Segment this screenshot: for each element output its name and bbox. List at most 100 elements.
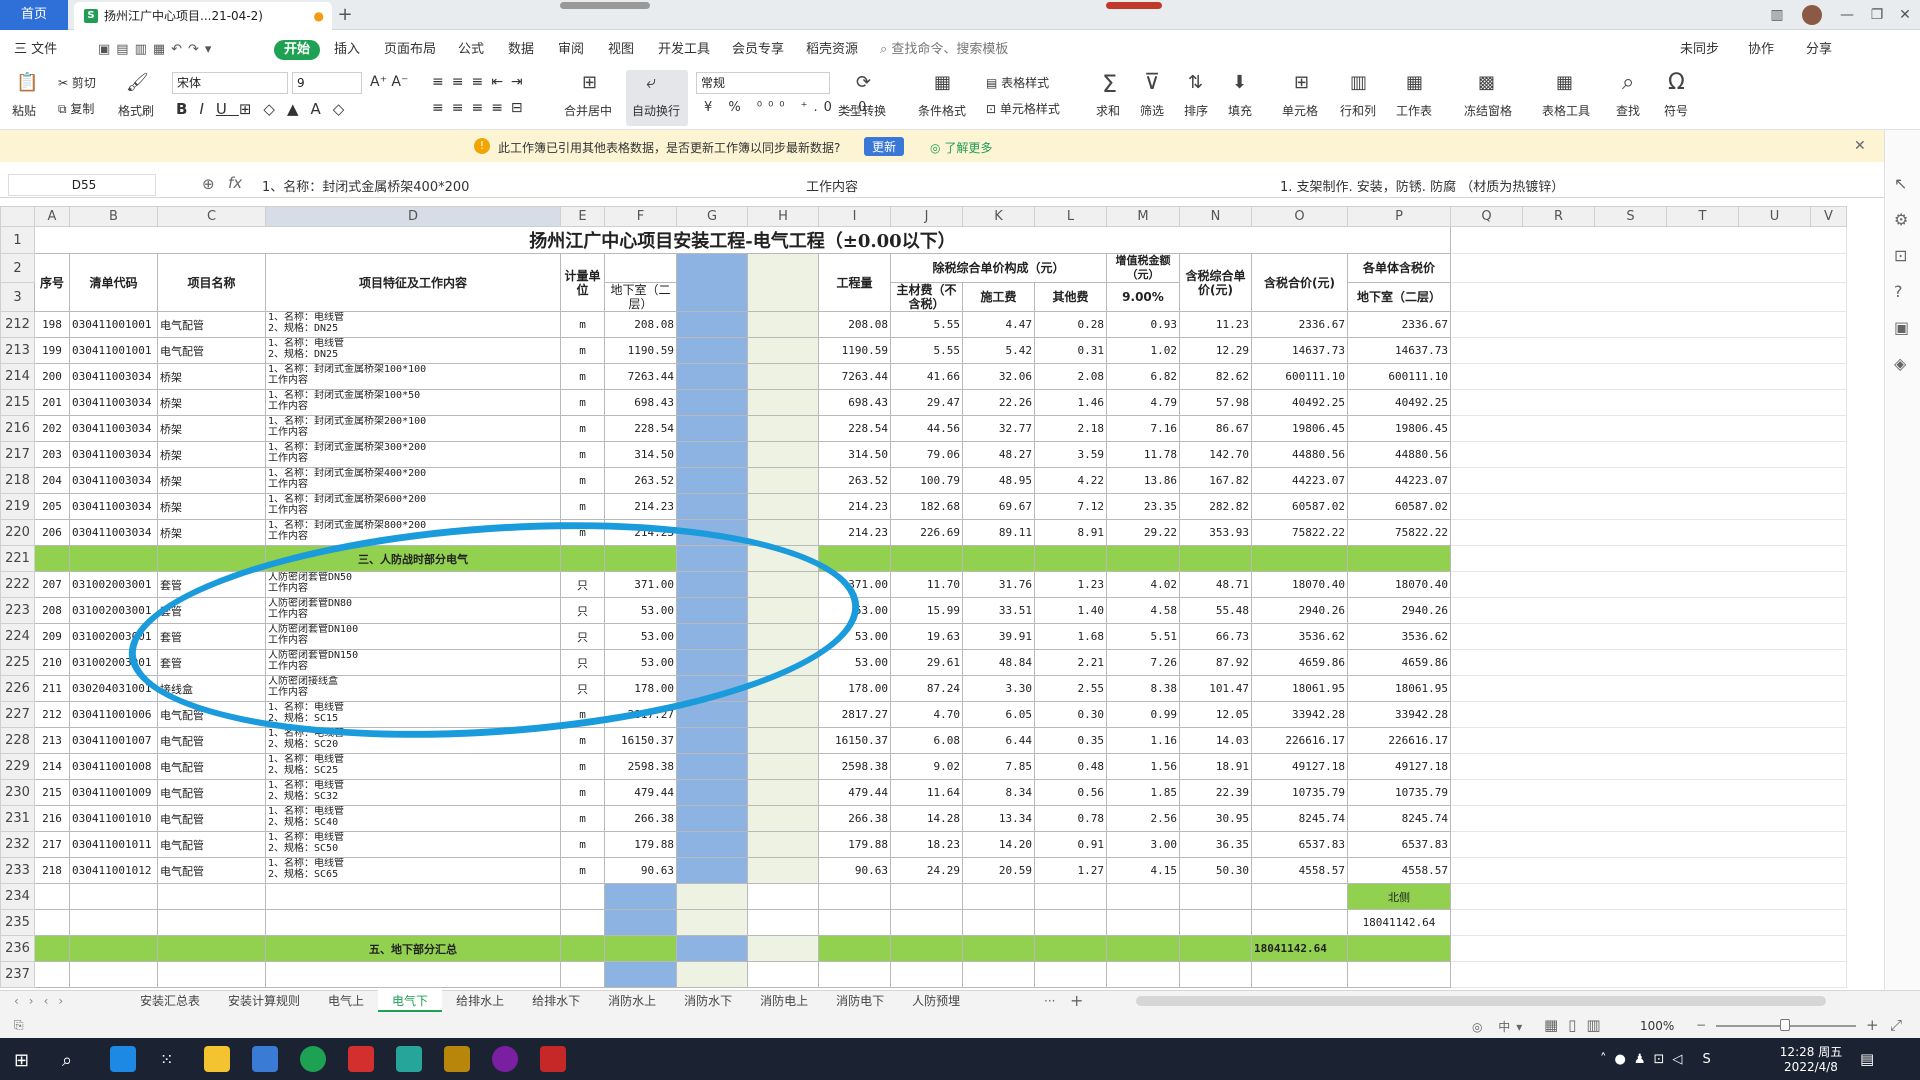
cell-unit[interactable]: m bbox=[560, 753, 605, 780]
windows-start-icon[interactable]: ⊞ bbox=[14, 1050, 29, 1071]
row-number[interactable]: 229 bbox=[0, 753, 35, 780]
column-header-k[interactable]: K bbox=[962, 206, 1035, 227]
cell-code[interactable]: 030411001009 bbox=[69, 779, 158, 806]
section-cell[interactable] bbox=[818, 935, 891, 962]
cell-name[interactable]: 桥架 bbox=[157, 493, 266, 520]
empty-cell[interactable] bbox=[69, 909, 158, 936]
cell-code[interactable]: 031002003001 bbox=[69, 571, 158, 598]
cream-cell[interactable] bbox=[747, 623, 819, 650]
cell-name[interactable]: 桥架 bbox=[157, 441, 266, 468]
avatar[interactable] bbox=[1802, 5, 1822, 25]
cell-vat[interactable]: 4.79 bbox=[1106, 389, 1180, 416]
empty-cell[interactable] bbox=[890, 883, 963, 910]
symbol-label[interactable]: 符号 bbox=[1664, 102, 1688, 119]
cell-labor[interactable]: 33.51 bbox=[962, 597, 1035, 624]
cell-total[interactable]: 40492.25 bbox=[1251, 389, 1348, 416]
horizontal-scrollbar[interactable] bbox=[1136, 996, 1826, 1006]
cell-unit-price[interactable]: 86.67 bbox=[1179, 415, 1252, 442]
section-cell[interactable] bbox=[157, 545, 266, 572]
cell-basement-qty[interactable]: 53.00 bbox=[604, 623, 677, 650]
cell-unit-price[interactable]: 55.48 bbox=[1179, 597, 1252, 624]
command-search[interactable]: ⌕ 查找命令、搜索模板 bbox=[880, 40, 1008, 60]
cell-unit-price[interactable]: 30.95 bbox=[1179, 805, 1252, 832]
empty-cell[interactable] bbox=[34, 909, 70, 936]
menu-review[interactable]: 审阅 bbox=[558, 40, 584, 60]
cell-name[interactable]: 套管 bbox=[157, 571, 266, 598]
cream-cell[interactable] bbox=[747, 675, 819, 702]
cell-code[interactable]: 030411003034 bbox=[69, 363, 158, 390]
empty-cell[interactable] bbox=[560, 961, 605, 988]
type-convert-label[interactable]: 类型转换 bbox=[838, 102, 886, 119]
cell-basement-qty[interactable]: 263.52 bbox=[604, 467, 677, 494]
cell-icon[interactable]: ⊞ bbox=[1294, 72, 1309, 93]
cell-unit[interactable]: m bbox=[560, 337, 605, 364]
cell-name[interactable]: 电气配管 bbox=[157, 311, 266, 338]
section-cell[interactable] bbox=[69, 935, 158, 962]
cell-each-unit[interactable]: 3536.62 bbox=[1347, 623, 1451, 650]
section-cell[interactable] bbox=[962, 935, 1035, 962]
section-cell[interactable] bbox=[1179, 545, 1252, 572]
section-cell[interactable] bbox=[604, 935, 677, 962]
cell-unit[interactable]: m bbox=[560, 467, 605, 494]
worksheet-label[interactable]: 工作表 bbox=[1396, 102, 1432, 119]
cell-total[interactable]: 18061.95 bbox=[1251, 675, 1348, 702]
cell-basement-qty[interactable]: 53.00 bbox=[604, 649, 677, 676]
formula-content[interactable]: 1、名称：封闭式金属桥架400*200 bbox=[262, 176, 469, 195]
cell-basement-qty[interactable]: 479.44 bbox=[604, 779, 677, 806]
summary-title[interactable]: 五、地下部分汇总 bbox=[265, 935, 561, 962]
cell-basement-qty[interactable]: 178.00 bbox=[604, 675, 677, 702]
blue-cell[interactable] bbox=[676, 727, 748, 754]
cell-unit-price[interactable]: 22.39 bbox=[1179, 779, 1252, 806]
menu-docer[interactable]: 稻壳资源 bbox=[806, 40, 858, 60]
empty-cell[interactable] bbox=[1251, 883, 1348, 910]
header-vat-rate[interactable]: 9.00% bbox=[1106, 282, 1180, 312]
section-cell[interactable] bbox=[1347, 545, 1451, 572]
cell-unit[interactable]: m bbox=[560, 779, 605, 806]
row-number[interactable]: 218 bbox=[0, 467, 35, 494]
cell-labor[interactable]: 48.95 bbox=[962, 467, 1035, 494]
cell-name[interactable]: 接线盒 bbox=[157, 675, 266, 702]
column-header-e[interactable]: E bbox=[560, 206, 605, 227]
cell-vat[interactable]: 0.93 bbox=[1106, 311, 1180, 338]
sheet-nav-arrows[interactable]: ‹›‹› bbox=[14, 992, 73, 1010]
section-cell[interactable] bbox=[157, 935, 266, 962]
cream-cell[interactable] bbox=[747, 571, 819, 598]
row-number[interactable]: 222 bbox=[0, 571, 35, 598]
empty-cell[interactable] bbox=[1450, 226, 1847, 254]
section-cell[interactable] bbox=[604, 545, 677, 572]
cell-unit[interactable]: m bbox=[560, 805, 605, 832]
column-header-s[interactable]: S bbox=[1594, 206, 1667, 227]
empty-cell[interactable] bbox=[1450, 883, 1847, 910]
cell-unit[interactable]: m bbox=[560, 441, 605, 468]
format-painter-label[interactable]: 格式刷 bbox=[118, 102, 154, 119]
sum-label[interactable]: 求和 bbox=[1096, 102, 1120, 119]
menu-member[interactable]: 会员专享 bbox=[732, 40, 784, 60]
empty-cell[interactable] bbox=[1034, 909, 1107, 936]
sheet-title[interactable]: 扬州江广中心项目安装工程-电气工程（±0.00以下） bbox=[34, 226, 1451, 254]
cell-total[interactable]: 2940.26 bbox=[1251, 597, 1348, 624]
cell-basement-qty[interactable]: 53.00 bbox=[604, 597, 677, 624]
row-number[interactable]: 228 bbox=[0, 727, 35, 754]
cell-other[interactable]: 0.56 bbox=[1034, 779, 1107, 806]
cell-basement-qty[interactable]: 698.43 bbox=[604, 389, 677, 416]
blue-cell[interactable] bbox=[676, 337, 748, 364]
sheet-tab-2[interactable]: 安装计算规则 bbox=[214, 990, 314, 1012]
row-number[interactable]: 237 bbox=[0, 961, 35, 988]
cell-unit[interactable]: m bbox=[560, 701, 605, 728]
cell-code[interactable]: 031002003001 bbox=[69, 623, 158, 650]
cell-main-mat[interactable]: 6.08 bbox=[890, 727, 963, 754]
menu-view[interactable]: 视图 bbox=[608, 40, 634, 60]
cell-vat[interactable]: 7.26 bbox=[1106, 649, 1180, 676]
cell-code[interactable]: 030411001001 bbox=[69, 311, 158, 338]
blue-cell[interactable] bbox=[676, 857, 748, 884]
menu-insert[interactable]: 插入 bbox=[334, 40, 360, 60]
cell-total[interactable]: 10735.79 bbox=[1251, 779, 1348, 806]
align-top-buttons[interactable]: ≡≡≡⇤⇥ bbox=[432, 74, 531, 90]
sync-status[interactable]: 未同步 bbox=[1680, 40, 1719, 60]
cell-name[interactable]: 电气配管 bbox=[157, 337, 266, 364]
cell-basement-qty[interactable]: 208.08 bbox=[604, 311, 677, 338]
select-all-corner[interactable] bbox=[0, 206, 35, 227]
cell-main-mat[interactable]: 9.02 bbox=[890, 753, 963, 780]
table-tools-label[interactable]: 表格工具 bbox=[1542, 102, 1590, 119]
cell-unit-price[interactable]: 18.91 bbox=[1179, 753, 1252, 780]
